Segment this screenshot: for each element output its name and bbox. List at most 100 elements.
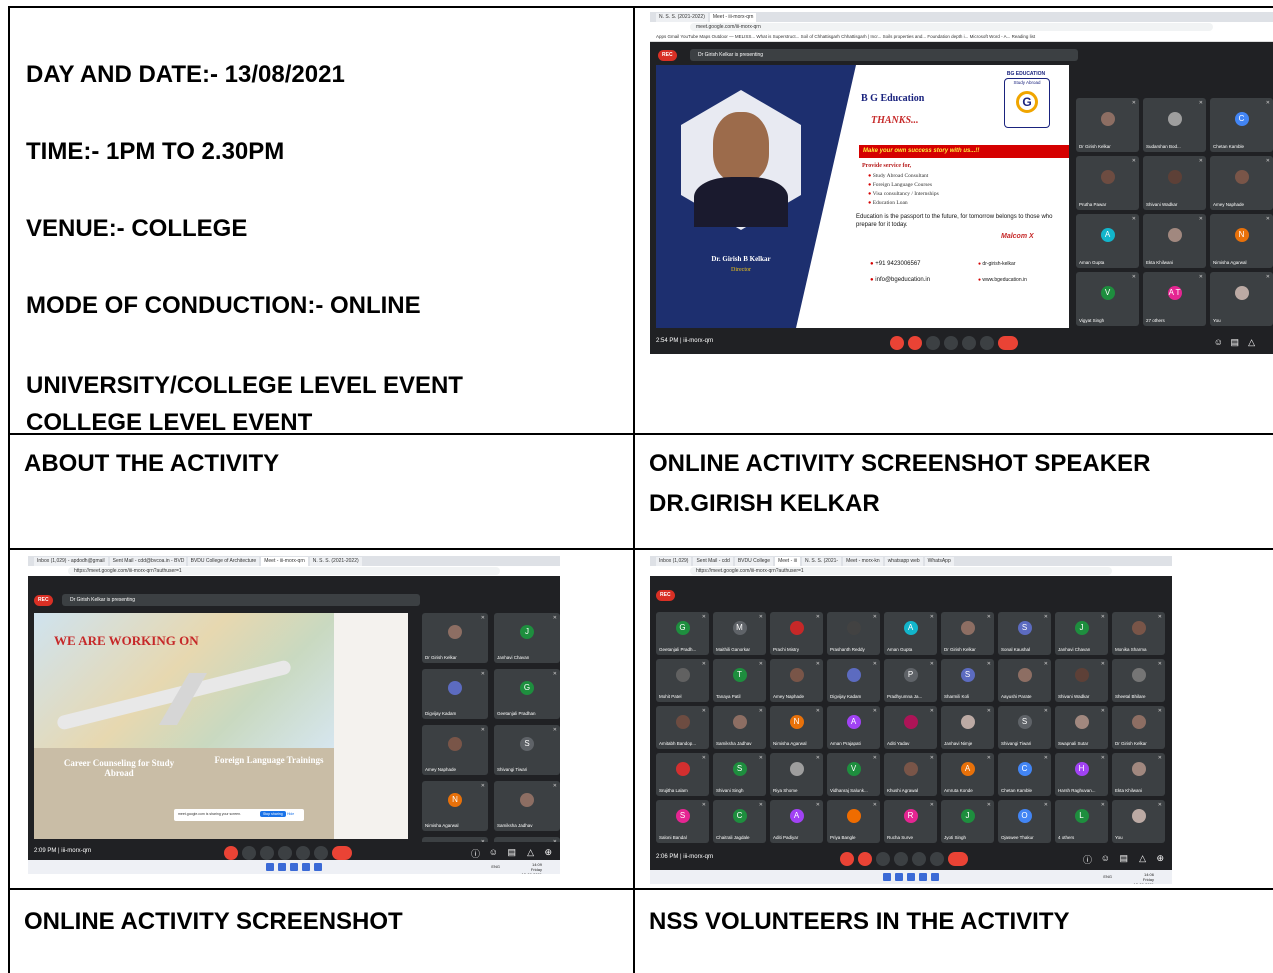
browser-tab[interactable]: whatsapp web — [884, 557, 923, 566]
raise-hand-button[interactable] — [944, 336, 958, 350]
participant-tile[interactable]: S Shivani Singh ✕ — [713, 753, 766, 796]
participant-tile[interactable]: C Chetan Kamble ✕ — [1210, 98, 1273, 152]
chat-icon[interactable]: ▤ — [507, 847, 516, 858]
participant-tile[interactable]: M Maithili Ganorkar ✕ — [713, 612, 766, 655]
participant-tile[interactable]: H Harsh Raghuvan... ✕ — [1055, 753, 1108, 796]
participant-tile[interactable]: Ekta Khilwani ✕ — [1143, 214, 1206, 268]
browser-tab[interactable]: WhatsApp — [924, 557, 954, 566]
participant-tile[interactable]: Dr Girish Kelkar ✕ — [1076, 98, 1139, 152]
participant-tile[interactable]: Prachi Mistry ✕ — [770, 612, 823, 655]
participant-tile[interactable]: L 4 others ✕ — [1055, 800, 1108, 843]
explorer-icon[interactable] — [302, 863, 310, 871]
participant-tile[interactable]: You ✕ — [1112, 800, 1165, 843]
participant-tile[interactable]: Prashanth Reddy ✕ — [827, 612, 880, 655]
participant-tile[interactable]: R Rucha Surve ✕ — [884, 800, 937, 843]
camera-off-button[interactable] — [858, 852, 872, 866]
present-button[interactable] — [962, 336, 976, 350]
participant-tile[interactable]: J Janhavi Chavan ✕ — [494, 613, 560, 663]
participant-tile[interactable]: Aditi Yadav ✕ — [884, 706, 937, 749]
participant-tile[interactable]: Riya Shome ✕ — [770, 753, 823, 796]
captions-button[interactable] — [926, 336, 940, 350]
participant-tile[interactable]: Ekta Khilwani ✕ — [1112, 753, 1165, 796]
language-indicator[interactable]: ENG — [1103, 874, 1112, 879]
browser-tab[interactable]: Inbox (1,029) — [656, 557, 692, 566]
security-icon[interactable]: ⊕ — [1156, 853, 1164, 864]
search-icon[interactable] — [278, 863, 286, 871]
participant-tile[interactable]: A Aman Gupta ✕ — [1076, 214, 1139, 268]
participant-tile[interactable]: Monika Sharma ✕ — [1112, 612, 1165, 655]
browser-tab[interactable]: N. S. S. (2021-2022) — [656, 13, 708, 22]
search-icon[interactable] — [895, 873, 903, 881]
mic-off-button[interactable] — [224, 846, 238, 860]
participant-tile[interactable]: Prutha Pawar ✕ — [1076, 156, 1139, 210]
bookmarks-bar[interactable]: Apps Gmail YouTube Maps Outdoor — MELISS… — [650, 32, 1273, 42]
mic-off-button[interactable] — [840, 852, 854, 866]
participant-tile[interactable]: Priya Bangle ✕ — [827, 800, 880, 843]
participant-tile[interactable]: C Chetan Kamble ✕ — [998, 753, 1051, 796]
people-icon[interactable]: ☺ — [1214, 337, 1223, 347]
language-indicator[interactable]: ENG — [491, 864, 500, 869]
browser-tab[interactable]: N. S. S. (2021-2022) — [309, 557, 362, 566]
chrome-icon[interactable] — [314, 863, 322, 871]
chat-icon[interactable]: ▤ — [1230, 337, 1239, 348]
participant-tile[interactable]: S Shivangi Tiwari ✕ — [494, 725, 560, 775]
participant-tile[interactable]: Janhavi Nimje ✕ — [941, 706, 994, 749]
participant-tile[interactable]: O Ojaswee Thakur ✕ — [998, 800, 1051, 843]
taskbar-clock[interactable]: 14:09Friday13-08-2021 — [522, 862, 542, 874]
mic-off-button[interactable] — [890, 336, 904, 350]
camera-off-button[interactable] — [908, 336, 922, 350]
participant-tile[interactable]: G Geetanjali Pradhan ✕ — [494, 669, 560, 719]
start-icon[interactable] — [266, 863, 274, 871]
participant-tile[interactable]: Amitabh Bandop... ✕ — [656, 706, 709, 749]
participant-tile[interactable]: S Shivangi Tiwari ✕ — [998, 706, 1051, 749]
present-button[interactable] — [296, 846, 310, 860]
participant-tile[interactable]: S Saloni Bandal ✕ — [656, 800, 709, 843]
participant-tile[interactable]: Digvijay Kadam ✕ — [827, 659, 880, 702]
participant-tile[interactable]: Khushi Agrawal ✕ — [884, 753, 937, 796]
more-options-button[interactable] — [314, 846, 328, 860]
people-icon[interactable]: ☺ — [489, 847, 498, 857]
participant-tile[interactable]: Samiksha Jadhav ✕ — [713, 706, 766, 749]
browser-tab[interactable]: Sent Mail - cdd — [693, 557, 733, 566]
participant-tile[interactable]: N Nimisha Agarwal ✕ — [770, 706, 823, 749]
participant-tile[interactable]: A Aman Prajapati ✕ — [827, 706, 880, 749]
participant-tile[interactable]: Shivani Wadkar ✕ — [1055, 659, 1108, 702]
participant-tile[interactable]: T Tanaya Patil ✕ — [713, 659, 766, 702]
browser-tab[interactable]: BVDU College of Architecture — [187, 557, 260, 566]
participant-tile[interactable]: C Chaitrali Jagdale ✕ — [713, 800, 766, 843]
more-options-button[interactable] — [930, 852, 944, 866]
stop-sharing-button[interactable]: Stop sharing — [260, 811, 286, 817]
url-field[interactable]: meet.google.com/iii-morx-qrn — [690, 23, 1213, 31]
taskview-icon[interactable] — [290, 863, 298, 871]
present-button[interactable] — [912, 852, 926, 866]
camera-button[interactable] — [242, 846, 256, 860]
participant-tile[interactable]: N Nimisha Agarwal ✕ — [1210, 214, 1273, 268]
chrome-icon[interactable] — [931, 873, 939, 881]
participant-tile[interactable]: A Amruta Konde ✕ — [941, 753, 994, 796]
participant-tile[interactable]: A Aman Gupta ✕ — [884, 612, 937, 655]
participant-tile[interactable]: V Vidhanraj Salunk... ✕ — [827, 753, 880, 796]
participant-tile[interactable]: P Pradhyumna Ja... ✕ — [884, 659, 937, 702]
participant-tile[interactable]: Dr Girish Kelkar ✕ — [1112, 706, 1165, 749]
participant-tile[interactable]: Mohit Patel ✕ — [656, 659, 709, 702]
participant-tile[interactable]: Dr Girish Kelkar ✕ — [422, 613, 488, 663]
browser-tab[interactable]: Meet - morx-kn — [843, 557, 883, 566]
participant-tile[interactable]: Samiksha Jadhav ✕ — [494, 781, 560, 831]
participant-tile[interactable]: S Sharmili Koli ✕ — [941, 659, 994, 702]
captions-button[interactable] — [260, 846, 274, 860]
info-icon[interactable]: ⓘ — [471, 847, 480, 860]
browser-tab[interactable]: Meet - iii — [775, 557, 800, 566]
explorer-icon[interactable] — [919, 873, 927, 881]
participant-tile[interactable]: Shivani Wadkar ✕ — [1143, 156, 1206, 210]
captions-button[interactable] — [876, 852, 890, 866]
participant-tile[interactable]: Dr Girish Kelkar ✕ — [941, 612, 994, 655]
participant-tile[interactable]: A T 27 others ✕ — [1143, 272, 1206, 326]
participant-tile[interactable]: S Sonal Kaushal ✕ — [998, 612, 1051, 655]
raise-hand-button[interactable] — [894, 852, 908, 866]
info-icon[interactable]: ⓘ — [1083, 853, 1092, 866]
participant-tile[interactable]: G Geetanjali Pradh... ✕ — [656, 612, 709, 655]
participant-tile[interactable]: Aayushi Parate ✕ — [998, 659, 1051, 702]
participant-tile[interactable]: You ✕ — [1210, 272, 1273, 326]
more-options-button[interactable] — [980, 336, 994, 350]
hide-button[interactable]: Hide — [287, 812, 294, 816]
